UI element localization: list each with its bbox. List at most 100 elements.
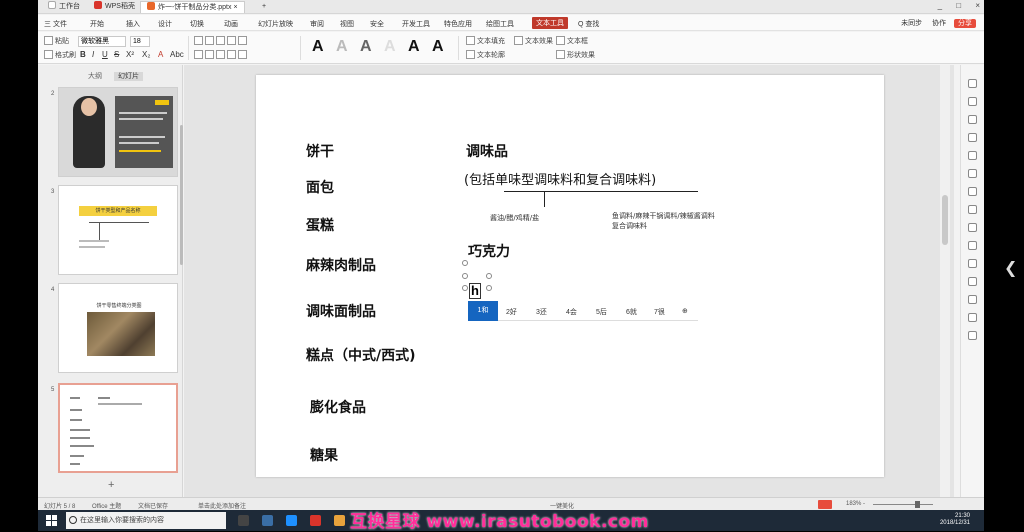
heading-condiments[interactable]: 调味品	[466, 141, 508, 161]
text-fill-button[interactable]: 文本填充	[466, 36, 505, 46]
wordart-style-4[interactable]: A	[384, 38, 396, 56]
font-color-button[interactable]: A	[158, 50, 163, 59]
share-button[interactable]: 分享	[954, 19, 976, 28]
item-biscuit[interactable]: 饼干	[306, 141, 334, 161]
menu-slideshow[interactable]: 幻灯片放映	[258, 19, 293, 29]
font-name-select[interactable]: 微软雅黑	[78, 36, 126, 47]
menu-home[interactable]: 开始	[90, 19, 104, 29]
ime-candidate-4[interactable]: 4会	[566, 307, 577, 317]
paste-button[interactable]: 粘贴	[44, 36, 69, 46]
item-bread[interactable]: 面包	[306, 177, 334, 197]
select-icon[interactable]	[968, 79, 977, 88]
settings-icon[interactable]	[968, 313, 977, 322]
slideshow-play-button[interactable]	[818, 500, 832, 509]
rotate-handle[interactable]	[462, 260, 468, 266]
scroll-thumb[interactable]	[942, 195, 948, 245]
resize-handle[interactable]	[486, 285, 492, 291]
fill-icon[interactable]	[968, 133, 977, 142]
italic-button[interactable]: I	[92, 50, 94, 59]
tab-document[interactable]: 炸一-饼干制品分类.pptx ×	[140, 1, 245, 13]
help-icon[interactable]	[968, 331, 977, 340]
ime-candidate-7[interactable]: 7很	[654, 307, 665, 317]
folder-icon[interactable]	[334, 515, 345, 526]
shape-effect-button[interactable]: 形状效果	[556, 50, 595, 60]
tab-workbench[interactable]: 工作台	[42, 1, 86, 13]
wps-taskbar-icon[interactable]	[310, 515, 321, 526]
zoom-level[interactable]: 183% -	[846, 501, 865, 507]
maximize-button[interactable]: □	[956, 1, 961, 10]
branch-left-text[interactable]: 酱油/醋/鸡精/盐	[490, 213, 539, 223]
cloud-icon[interactable]	[968, 277, 977, 286]
menu-insert[interactable]: 插入	[126, 19, 140, 29]
slide-thumbnail-5[interactable]	[58, 383, 178, 473]
share-icon[interactable]	[968, 259, 977, 268]
item-candy[interactable]: 糖果	[310, 445, 338, 465]
ime-candidate-6[interactable]: 6就	[626, 307, 637, 317]
current-slide[interactable]: 饼干 面包 蛋糕 麻辣肉制品 调味面制品 糕点（中式/西式) 膨化食品 糖果 调…	[256, 75, 884, 477]
menu-file[interactable]: 三 文件	[44, 19, 67, 29]
task-view-icon[interactable]	[238, 515, 249, 526]
wordart-style-1[interactable]: A	[312, 38, 324, 56]
wordart-style-3[interactable]: A	[360, 38, 372, 56]
menu-features[interactable]: 特色应用	[444, 19, 472, 29]
zoom-slider[interactable]	[873, 504, 933, 505]
animation-icon[interactable]	[968, 223, 977, 232]
item-seasoned-flour[interactable]: 调味面制品	[306, 301, 376, 321]
close-button[interactable]: ×	[975, 1, 980, 10]
taskbar-search-input[interactable]: 在这里输入你要搜索的内容	[66, 512, 226, 529]
wordart-style-5[interactable]: A	[408, 38, 420, 56]
tab-outline[interactable]: 大纲	[88, 73, 102, 80]
resize-handle[interactable]	[462, 285, 468, 291]
sync-status[interactable]: 未同步	[901, 20, 922, 27]
style-icon[interactable]	[968, 115, 977, 124]
menu-animation[interactable]: 动画	[224, 19, 238, 29]
align-icon[interactable]	[968, 241, 977, 250]
chart-icon[interactable]	[968, 187, 977, 196]
slide-thumbnail-2[interactable]	[58, 87, 178, 177]
link-icon[interactable]	[968, 295, 977, 304]
ime-candidate-5[interactable]: 5后	[596, 307, 607, 317]
resize-handle[interactable]	[486, 273, 492, 279]
text-outline-button[interactable]: 文本轮廓	[466, 50, 505, 60]
font-size-select[interactable]: 18	[130, 36, 150, 47]
textbox-button[interactable]: 文本框	[556, 36, 588, 46]
windows-start-icon[interactable]	[46, 515, 57, 526]
notes-placeholder[interactable]: 单击此处添加备注	[198, 501, 246, 510]
resize-handle[interactable]	[462, 273, 468, 279]
item-spicy-meat[interactable]: 麻辣肉制品	[306, 255, 376, 275]
ime-next-page-icon[interactable]: ⊕	[682, 307, 688, 315]
align-group[interactable]	[194, 36, 249, 45]
add-slide-button[interactable]: +	[108, 479, 114, 491]
item-cake[interactable]: 蛋糕	[306, 215, 334, 235]
shape-icon[interactable]	[968, 97, 977, 106]
item-puffed-food[interactable]: 膨化食品	[310, 397, 366, 417]
bold-button[interactable]: B	[80, 50, 86, 59]
minimize-button[interactable]: _	[938, 1, 942, 10]
collab-button[interactable]: 协作	[932, 20, 946, 27]
menu-drawing-tools[interactable]: 绘图工具	[486, 19, 514, 29]
ime-candidate-3[interactable]: 3还	[536, 307, 547, 317]
browser-icon[interactable]	[286, 515, 297, 526]
menu-view[interactable]: 视图	[340, 19, 354, 29]
ime-candidate-1[interactable]: 1和	[468, 301, 498, 321]
taskbar-clock[interactable]: 21:30 2018/12/31	[940, 513, 970, 527]
menu-search[interactable]: Q 查找	[578, 19, 599, 29]
canvas-scrollbar[interactable]	[940, 65, 950, 497]
item-pastry[interactable]: 糕点（中式/西式)	[306, 345, 416, 365]
desktop-icon[interactable]	[262, 515, 273, 526]
ime-candidate-2[interactable]: 2好	[506, 307, 517, 317]
chevron-left-icon[interactable]: ❮	[1004, 258, 1017, 278]
subscript-button[interactable]: X₂	[142, 50, 150, 59]
clear-format-button[interactable]: Abc	[170, 50, 184, 59]
transition-icon[interactable]	[968, 205, 977, 214]
superscript-button[interactable]: X²	[126, 50, 134, 59]
subheading-condiments[interactable]: (包括单味型调味料和复合调味料)	[464, 169, 656, 188]
underline-button[interactable]: U	[102, 50, 108, 59]
menu-transition[interactable]: 切换	[190, 19, 204, 29]
menu-design[interactable]: 设计	[158, 19, 172, 29]
format-painter-button[interactable]: 格式刷	[44, 50, 76, 60]
tab-wps-daoke[interactable]: WPS稻壳	[88, 1, 141, 13]
active-textbox[interactable]: h	[469, 283, 481, 299]
branch-right-text-1[interactable]: 鱼调料/麻辣干锅调料/辣椒酱调料	[612, 211, 715, 221]
panel-scrollbar[interactable]	[180, 125, 183, 265]
